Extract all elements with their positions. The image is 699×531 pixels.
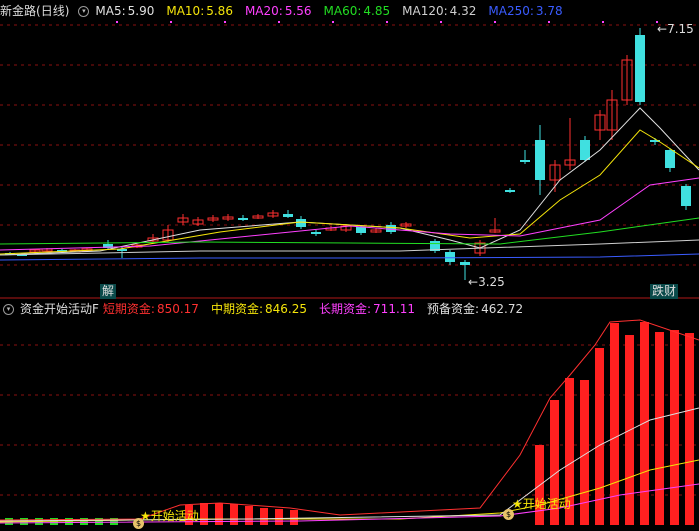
marker-dot <box>278 21 280 23</box>
fund-item-value: 846.25 <box>265 302 307 316</box>
ma60-line <box>0 217 699 245</box>
ma-item-0: MA5: 5.90 <box>95 4 160 18</box>
indicator-bar <box>655 332 664 525</box>
fund-item-2: 长期资金: 711.11 <box>319 302 421 316</box>
signal-label: ★开始活动 <box>512 497 571 511</box>
tag-left[interactable]: 解 <box>100 284 117 299</box>
candle-body <box>460 262 470 265</box>
candle-body <box>535 140 545 180</box>
marker-dot <box>224 21 226 23</box>
money-bag-icon: $ <box>503 509 514 520</box>
marker-dot <box>116 21 118 23</box>
ma-item-4: MA120: 4.32 <box>402 4 482 18</box>
ma-item-1: MA10: 5.86 <box>166 4 239 18</box>
marker-dot <box>386 21 388 23</box>
candle-body <box>580 140 590 160</box>
ma10-line <box>0 129 699 255</box>
candle-body <box>296 219 306 227</box>
indicator-bar <box>260 508 268 525</box>
candle-body <box>681 186 691 206</box>
ma-item-2: MA20: 5.56 <box>245 4 318 18</box>
ma-item-label: MA20: <box>244 4 283 18</box>
fund-item-0: 短期资金: 850.17 <box>103 302 205 316</box>
indicator-panel-header: ▾ 资金开始活动F 短期资金: 850.17 中期资金: 846.25 长期资金: 711.1… <box>0 300 541 318</box>
fund-item-value: 462.72 <box>481 302 524 316</box>
ma-item-label: MA250: <box>488 4 534 18</box>
ma-item-5: MA250: 3.78 <box>488 4 568 18</box>
main-panel-header: 新金路(日线) ▾ MA5: 5.90 MA10: 5.86 MA20: 5.56 MA60: 4… <box>0 2 581 20</box>
money-bag-icon: $ <box>133 518 144 529</box>
fund-item-label: 中期资金: <box>210 302 263 316</box>
ma-item-3: MA60: 4.85 <box>324 4 397 18</box>
fund-item-value: 850.17 <box>156 302 199 316</box>
indicator-bar <box>685 333 694 525</box>
chart-canvas <box>0 21 699 525</box>
fund-item-value: 711.11 <box>373 302 416 316</box>
ma-item-label: MA5: <box>95 4 126 18</box>
fund-item-1: 中期资金: 846.25 <box>211 302 313 316</box>
ma20-line <box>0 177 699 251</box>
marker-dot <box>440 21 442 23</box>
indicator-bar <box>670 330 679 525</box>
ma-item-value: 4.85 <box>363 4 391 18</box>
candle-body <box>635 35 645 102</box>
candle-body <box>238 218 248 220</box>
signal-label: ★开始活动 <box>140 509 199 523</box>
indicator-bar <box>245 506 253 525</box>
high-price-label: ←7.15 <box>657 22 694 36</box>
ma-item-value: 5.90 <box>127 4 155 18</box>
indicator-bar <box>275 509 283 525</box>
candle-body <box>356 227 366 233</box>
period-label[interactable]: (日线) <box>36 4 69 18</box>
ma-item-label: MA10: <box>166 4 205 18</box>
candle-body <box>311 232 321 234</box>
ma-item-value: 5.86 <box>206 4 233 18</box>
ma-item-value: 4.32 <box>449 4 477 18</box>
candle-body <box>445 252 455 262</box>
collapse-icon[interactable]: ▾ <box>78 6 90 17</box>
low-price-label: ←3.25 <box>468 275 505 289</box>
tag-right[interactable]: 跌财 <box>650 284 679 299</box>
ma-item-label: MA120: <box>402 4 448 18</box>
reserve-line <box>0 407 699 522</box>
indicator-bar <box>640 322 649 525</box>
indicator-bar <box>290 510 298 525</box>
ma-item-value: 5.56 <box>284 4 312 18</box>
fund-item-label: 预备资金: <box>427 302 480 316</box>
marker-dot <box>548 21 550 23</box>
marker-dot <box>602 21 604 23</box>
stock-name[interactable]: 新金路 <box>0 4 36 18</box>
ma250-line <box>0 253 699 261</box>
marker-dot <box>170 21 172 23</box>
collapse-icon[interactable]: ▾ <box>3 304 14 315</box>
candle-body <box>283 214 293 217</box>
ma-item-value: 3.78 <box>535 4 563 18</box>
fund-item-label: 长期资金: <box>319 302 372 316</box>
indicator-name[interactable]: 资金开始活动F <box>20 302 99 316</box>
marker-dot <box>332 21 334 23</box>
fund-item-label: 短期资金: <box>102 302 155 316</box>
candle-body <box>665 150 675 168</box>
ma-item-label: MA60: <box>323 4 362 18</box>
candle-body <box>505 190 515 192</box>
indicator-bar <box>610 323 619 525</box>
mid-term-line <box>0 459 699 523</box>
fund-item-3: 预备资金: 462.72 <box>427 302 529 316</box>
marker-dot <box>494 21 496 23</box>
candle-body <box>520 160 530 162</box>
